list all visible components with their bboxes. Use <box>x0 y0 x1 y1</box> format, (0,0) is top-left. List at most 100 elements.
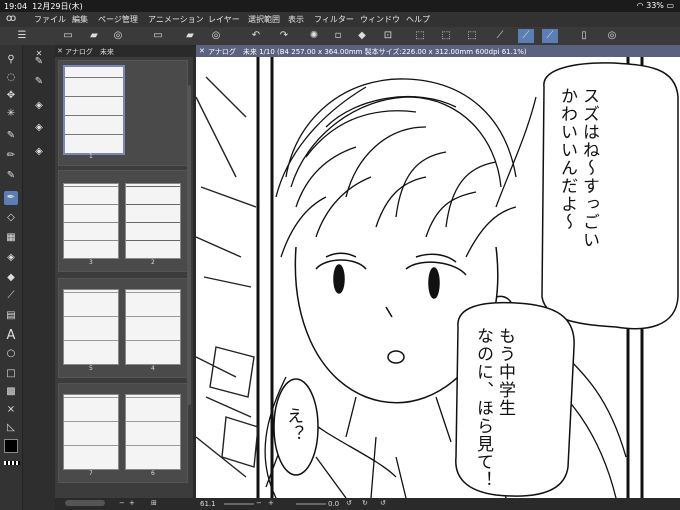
redo-icon[interactable]: ↷ <box>276 29 292 43</box>
figure-icon[interactable]: ▤ <box>4 309 18 323</box>
menu-edit[interactable]: 編集 <box>72 14 88 25</box>
page-spread-4: 7 6 <box>58 383 188 483</box>
zoom-value[interactable]: 61.1 <box>200 500 216 508</box>
canvas[interactable]: スズはね〜すっごい かわいいんだよ〜 もう中学生 なのに、ほら見て！ え？ <box>196 57 680 498</box>
zoom-in-button[interactable]: + <box>268 499 274 507</box>
thumbnail-size-slider[interactable] <box>65 500 105 506</box>
menu-window[interactable]: ウィンドウ <box>360 14 400 25</box>
page-manager-footer: − + ⊞ <box>55 498 193 510</box>
ruler-snap-icon[interactable]: ⟋ <box>492 29 508 43</box>
loading-spinner-icon[interactable]: ✺ <box>306 29 322 43</box>
clip-studio-logo-icon[interactable]: ꝏ <box>6 13 16 24</box>
page-thumbnail-4[interactable] <box>125 289 181 365</box>
hamburger-menu-icon[interactable]: ☰ <box>14 29 30 43</box>
invert-selection-icon[interactable]: ⬚ <box>438 29 454 43</box>
rotate-left-icon[interactable]: ↺ <box>346 499 352 507</box>
page-thumbnail-3[interactable] <box>63 183 119 259</box>
ellipse-icon[interactable]: ○ <box>4 347 18 361</box>
page-manager-scrollbar[interactable] <box>187 85 191 405</box>
deselect-icon[interactable]: ⬚ <box>412 29 428 43</box>
zoom-icon[interactable]: ⚲ <box>4 53 18 67</box>
canvas-status-bar: 61.1 − + 0.0 ↺ ↻ ↺ <box>196 498 680 510</box>
close-document-icon[interactable]: ✕ <box>199 47 205 55</box>
smartphone-icon[interactable]: ▯ <box>576 29 592 43</box>
page-thumbnail-6[interactable] <box>125 394 181 470</box>
document-tab[interactable]: ✕ アナログ 未来 1/10 (B4 257.00 x 364.00mm 製本サ… <box>196 45 680 57</box>
undo-icon[interactable]: ↶ <box>248 29 264 43</box>
gradient-icon[interactable]: ◆ <box>4 271 18 285</box>
page-number: 2 <box>151 259 155 266</box>
page-number: 1 <box>89 153 93 160</box>
sub-tool-pen-icon[interactable]: ✎ <box>32 55 46 69</box>
fill-icon[interactable]: ◆ <box>354 29 370 43</box>
layers-stack-icon[interactable]: ◈ <box>32 145 46 159</box>
layer-icon[interactable]: ◈ <box>32 121 46 135</box>
frame-icon[interactable]: □ <box>4 367 18 381</box>
document-title: アナログ 未来 1/10 (B4 257.00 x 364.00mm 製本サイズ… <box>208 48 527 56</box>
add-page-icon[interactable]: ⊞ <box>151 499 157 507</box>
bubble-1-line-1: スズはね〜すっごい <box>579 87 599 249</box>
sub-tool-pen-alt-icon[interactable]: ✎ <box>32 75 46 89</box>
page-thumbnail-2[interactable] <box>125 183 181 259</box>
menu-layer[interactable]: レイヤー <box>208 14 240 25</box>
pencil-icon[interactable]: ✏ <box>4 149 18 163</box>
file-icon[interactable]: ▭ <box>150 29 166 43</box>
menu-filter[interactable]: フィルター <box>314 14 354 25</box>
zoom-slider[interactable] <box>224 503 254 505</box>
correct-line-icon[interactable]: ⨯ <box>4 403 18 417</box>
bubble-2-line-2: なのに、ほら見て！ <box>473 327 493 489</box>
move-icon[interactable]: ✥ <box>4 89 18 103</box>
save-icon[interactable]: ◎ <box>110 29 126 43</box>
sub-tool-fill-icon[interactable]: ◈ <box>32 99 46 113</box>
page-thumbnail-1[interactable] <box>63 65 125 155</box>
blend-icon[interactable]: ▦ <box>4 231 18 245</box>
lasso-icon[interactable]: ◌ <box>4 71 18 85</box>
rotation-value[interactable]: 0.0 <box>328 500 339 508</box>
companion-mode-icon[interactable]: ◎ <box>604 29 620 43</box>
rotation-slider[interactable] <box>296 503 326 505</box>
zoom-in-icon[interactable]: + <box>129 499 135 507</box>
main-color-swatch[interactable] <box>4 439 18 453</box>
auto-select-icon[interactable]: ✳ <box>4 107 18 121</box>
snap-grid-icon[interactable]: ⟋ <box>542 29 558 43</box>
pattern-icon[interactable]: ▩ <box>4 385 18 399</box>
reset-rotation-icon[interactable]: ↺ <box>380 499 386 507</box>
page-number: 5 <box>89 365 93 372</box>
open-folder-icon[interactable]: ▰ <box>86 29 102 43</box>
ruler-icon[interactable]: ◺ <box>4 421 18 435</box>
page-thumbnail-7[interactable] <box>63 394 119 470</box>
page-manager-tab[interactable]: ✕ アナログ 未来 <box>55 45 193 57</box>
menu-page-management[interactable]: ページ管理 <box>98 14 138 25</box>
text-icon[interactable]: A <box>4 329 18 343</box>
fill-bucket-icon[interactable]: ◈ <box>4 251 18 265</box>
menu-help[interactable]: ヘルプ <box>406 14 430 25</box>
brush-icon[interactable]: ✎ <box>4 169 18 183</box>
snap-special-ruler-icon[interactable]: ⟋ <box>518 29 534 43</box>
page-number: 7 <box>89 470 93 477</box>
bubble-3-line-1: え？ <box>283 407 303 443</box>
open-icon[interactable]: ▰ <box>182 29 198 43</box>
menu-view[interactable]: 表示 <box>288 14 304 25</box>
crop-icon[interactable]: ⬚ <box>464 29 480 43</box>
page-thumbnail-5[interactable] <box>63 289 119 365</box>
menu-file[interactable]: ファイル <box>34 14 66 25</box>
eraser-icon[interactable]: ◇ <box>4 211 18 225</box>
save-cloud-icon[interactable]: ◎ <box>208 29 224 43</box>
marker-icon[interactable]: ✒ <box>4 191 18 205</box>
transform-icon[interactable]: ⊡ <box>380 29 396 43</box>
zoom-out-button[interactable]: − <box>256 499 262 507</box>
transparent-color-icon[interactable] <box>4 461 20 465</box>
pen-icon[interactable]: ✎ <box>4 129 18 143</box>
menu-selection[interactable]: 選択範囲 <box>248 14 280 25</box>
close-tab-icon[interactable]: ✕ <box>57 47 63 55</box>
bubble-3-text: え？ <box>282 407 304 447</box>
manga-sketch <box>196 57 679 498</box>
eyedropper-icon[interactable]: ⟋ <box>4 289 18 303</box>
command-bar: ☰ ▭ ▰ ◎ ▭ ▰ ◎ ↶ ↷ ✺ ▫ ◆ ⊡ ⬚ ⬚ ⬚ ⟋ ⟋ ⟋ ▯ … <box>0 27 680 46</box>
menu-animation[interactable]: アニメーション <box>148 14 204 25</box>
new-file-icon[interactable]: ▭ <box>60 29 76 43</box>
clear-icon[interactable]: ▫ <box>330 29 346 43</box>
rotate-right-icon[interactable]: ↻ <box>362 499 368 507</box>
status-time: 19:04 <box>4 2 28 11</box>
zoom-out-icon[interactable]: − <box>119 499 125 507</box>
